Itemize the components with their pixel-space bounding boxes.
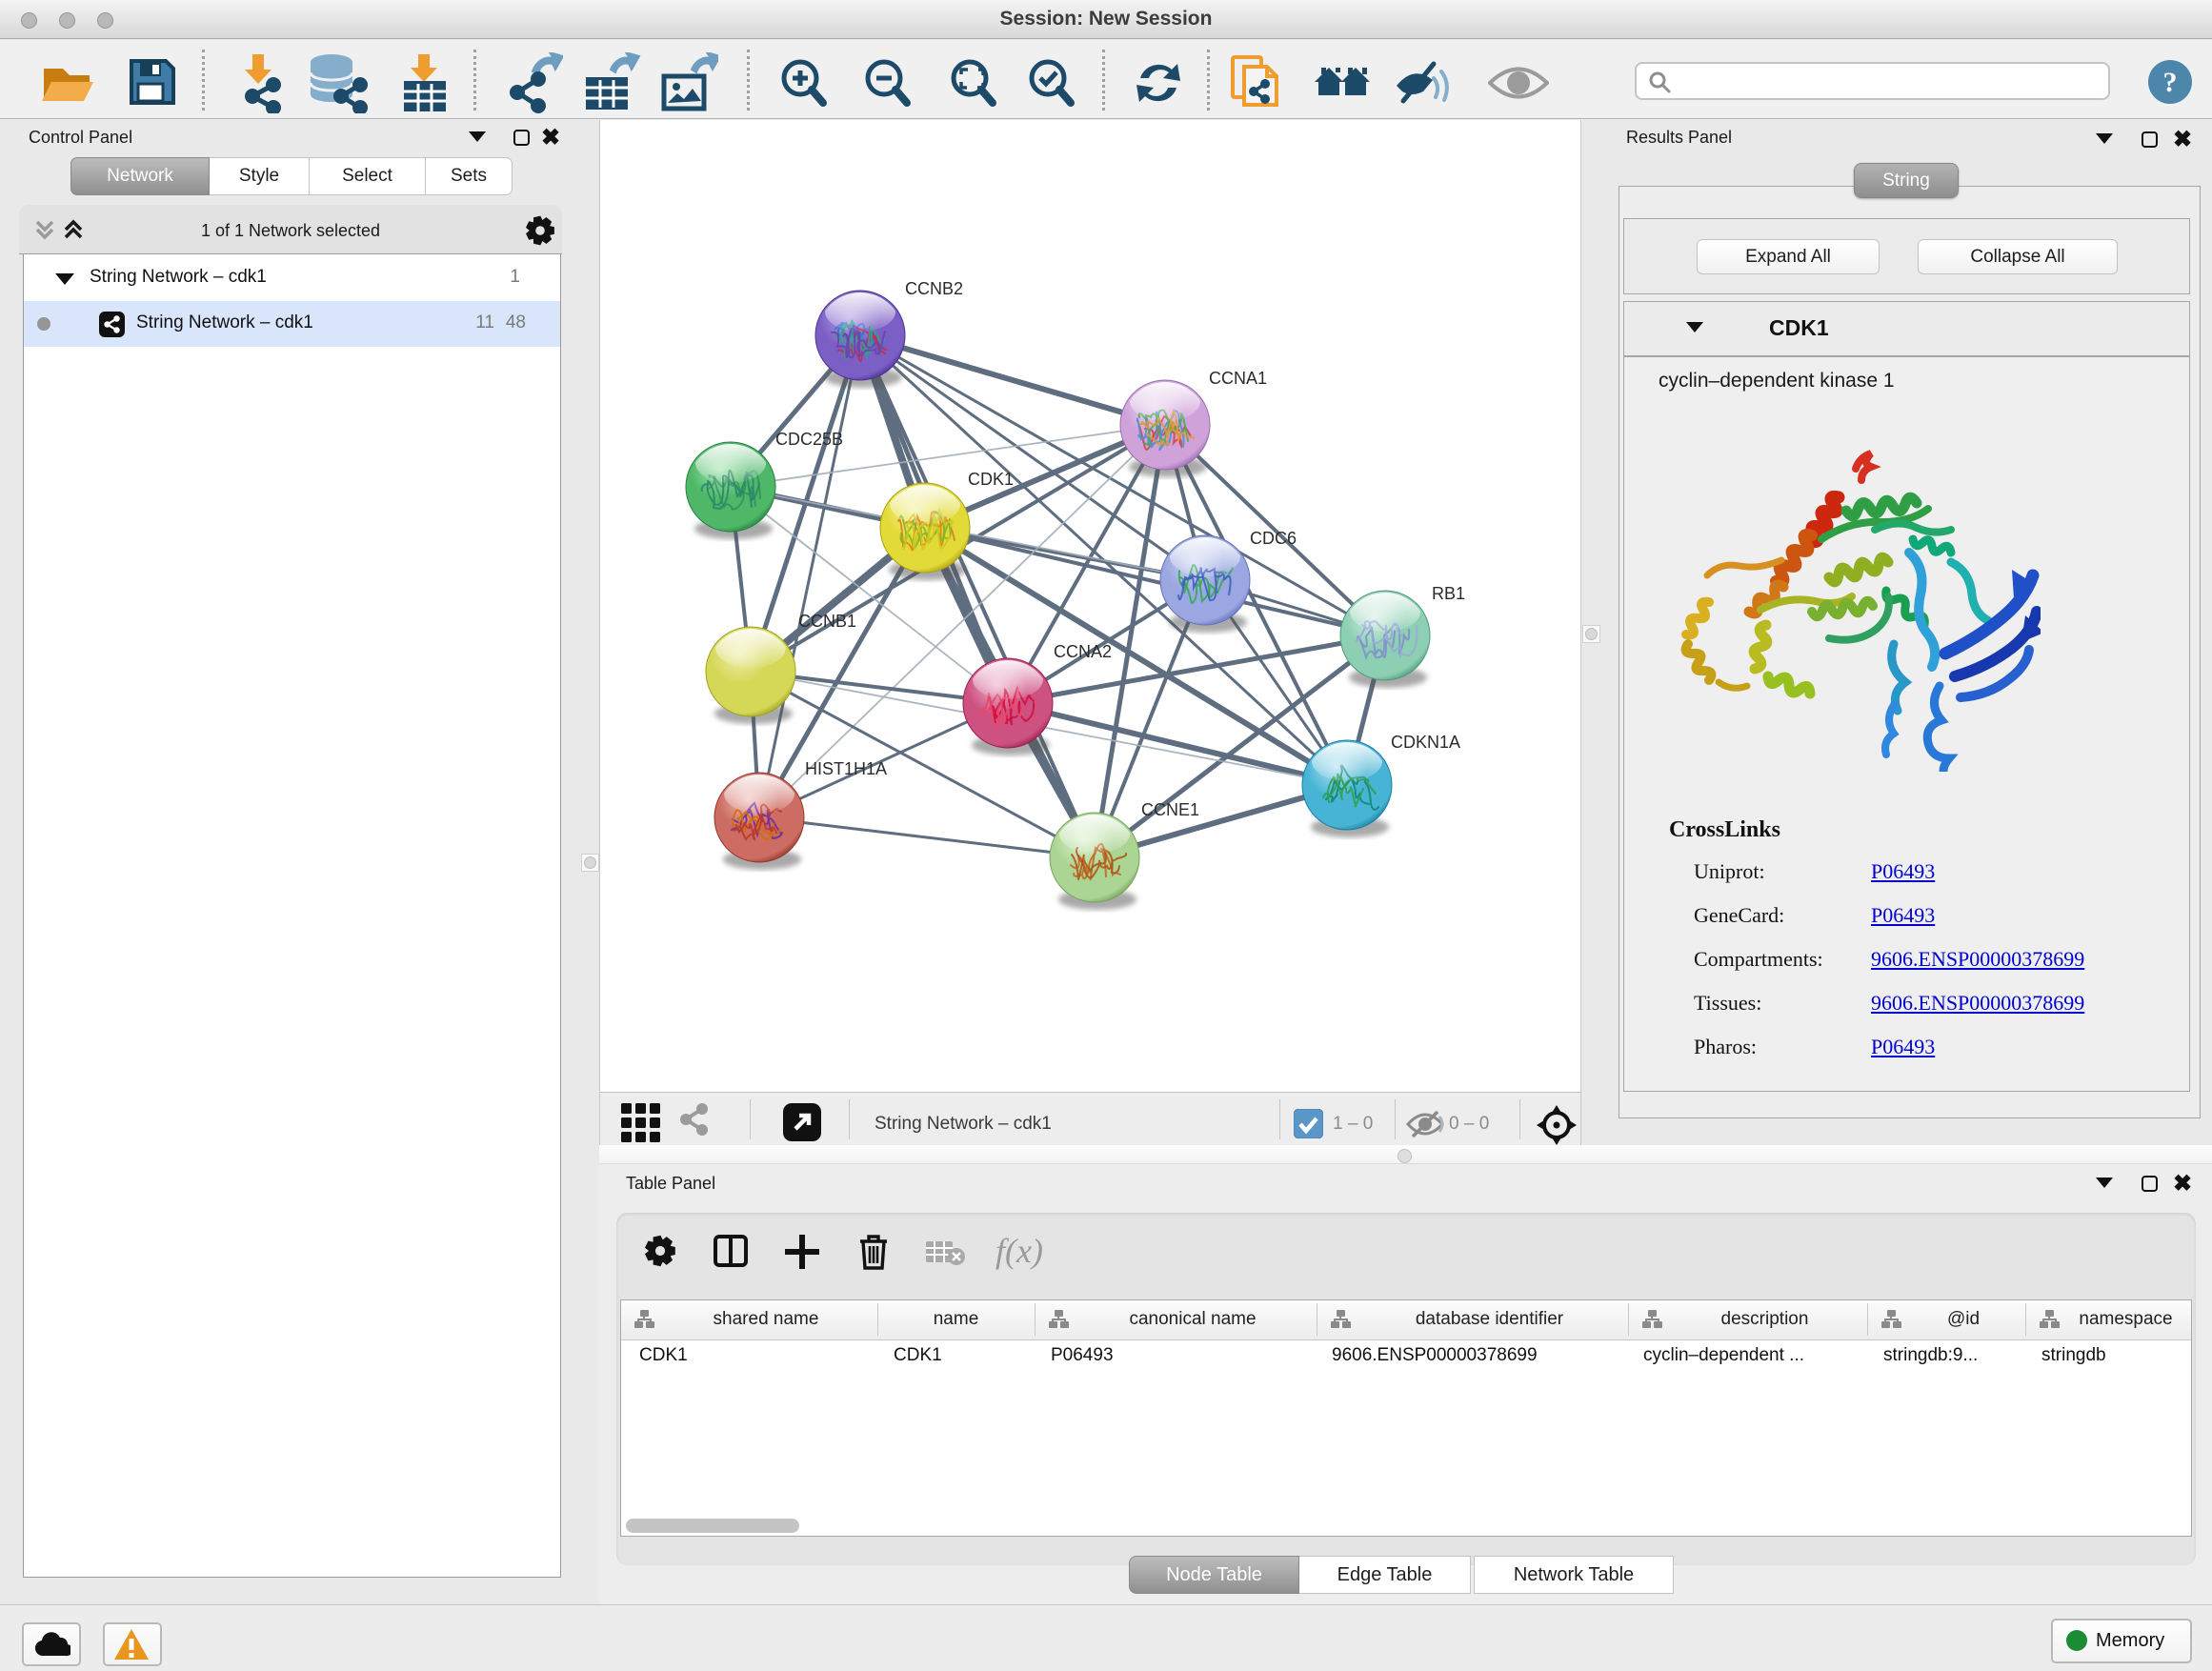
svg-text:f(x): f(x)	[995, 1232, 1043, 1270]
svg-text:?: ?	[2163, 67, 2178, 98]
